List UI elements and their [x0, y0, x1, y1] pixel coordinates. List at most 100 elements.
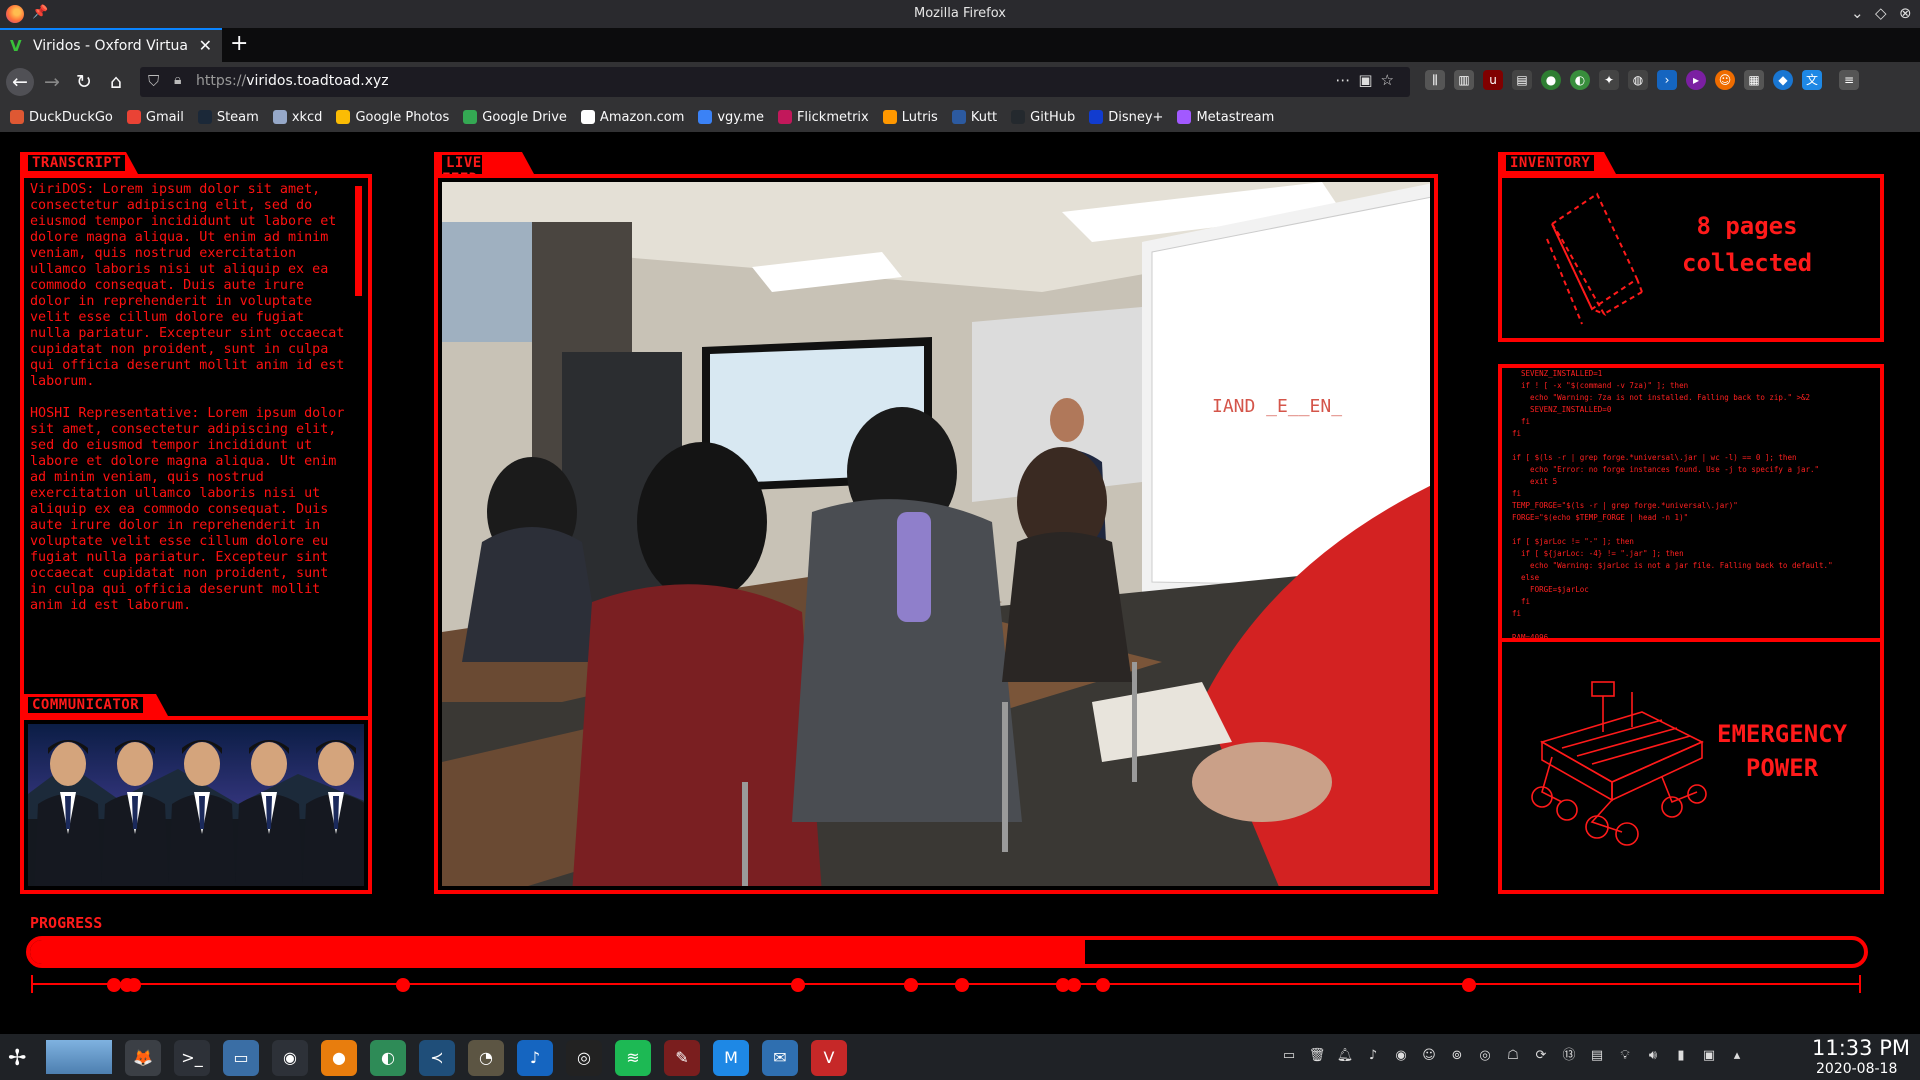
maximize-button[interactable]: ◇ [1875, 4, 1887, 22]
clock-time[interactable]: 11:33 PM [1812, 1036, 1910, 1060]
bookmark-label: Disney+ [1108, 109, 1164, 125]
battery-icon[interactable]: ▮ [1672, 1046, 1690, 1066]
bookmark-label: Gmail [145, 109, 184, 125]
back-button[interactable]: ← [6, 68, 34, 96]
bookmark-duckduckgo[interactable]: DuckDuckGo [10, 110, 113, 125]
updates-tray-icon[interactable]: ⑬ [1560, 1046, 1578, 1066]
steam-tray-icon[interactable]: ◉ [1392, 1046, 1410, 1066]
blender-icon[interactable]: ● [321, 1040, 357, 1076]
close-window-button[interactable]: ⊗ [1899, 4, 1912, 22]
bookmark-flickmetrix[interactable]: Flickmetrix [777, 110, 869, 125]
inventory-panel-title: INVENTORY [1498, 152, 1616, 174]
bookmark-gmail[interactable]: Gmail [126, 109, 184, 125]
extension-mask-icon[interactable]: ◍ [1628, 70, 1648, 90]
extension-grid-icon[interactable]: ▦ [1744, 70, 1764, 90]
mailspring-icon[interactable]: M [713, 1040, 749, 1076]
desktop-pager[interactable] [46, 1040, 112, 1074]
bookmark-lutris[interactable]: Lutris [882, 110, 938, 125]
minimize-button[interactable]: ⌄ [1851, 4, 1864, 22]
extension-puzzle-icon[interactable]: ✦ [1599, 70, 1619, 90]
url-bar[interactable]: ⛉ 🔒︎ https://viridos.toadtoad.xyz ⋯▣☆ [140, 67, 1410, 97]
vivaldi-icon[interactable]: V [811, 1040, 847, 1076]
bookmark-disney-[interactable]: Disney+ [1089, 110, 1163, 125]
extension-play-icon[interactable]: ▸ [1686, 70, 1706, 90]
obs-icon[interactable]: ◎ [566, 1040, 602, 1076]
page-actions[interactable]: ⋯▣☆ [1335, 71, 1402, 89]
vscode-icon[interactable]: ≺ [419, 1040, 455, 1076]
timeline-marker[interactable] [1096, 978, 1111, 992]
url-text[interactable]: https://viridos.toadtoad.xyz [196, 73, 389, 89]
show-desktop-icon[interactable]: ▭ [1280, 1046, 1298, 1066]
emergency-label: EMERGENCY [1717, 720, 1848, 748]
nuclear-icon[interactable]: ♪ [517, 1040, 553, 1076]
bookmark-google-photos[interactable]: Google Photos [336, 110, 449, 125]
bookmark-google-drive[interactable]: Google Drive [463, 110, 567, 125]
bookmark-kutt[interactable]: Kutt [951, 110, 997, 125]
extension-arrow-icon[interactable]: › [1657, 70, 1677, 90]
bookmark-vgy-me[interactable]: vgy.me [698, 110, 764, 125]
terminal-icon[interactable]: >_ [174, 1040, 210, 1076]
display-icon[interactable]: ▣ [1700, 1046, 1718, 1066]
inventory-status: 8 pages collected [1682, 208, 1812, 282]
vpn-tray-icon[interactable]: ⊚ [1448, 1046, 1466, 1066]
tracking-shield-icon[interactable]: ⛉ [148, 72, 159, 90]
gimp-icon[interactable]: ◔ [468, 1040, 504, 1076]
library-icon[interactable]: ⫼ [1425, 70, 1445, 90]
bulb-tray-icon[interactable]: 💡︎ [1616, 1046, 1634, 1066]
lock-icon[interactable]: 🔒︎ [174, 72, 181, 88]
file-manager-icon[interactable]: ▭ [223, 1040, 259, 1076]
extension-face-icon[interactable]: ☺ [1715, 70, 1735, 90]
extension-shield-icon[interactable]: ◆ [1773, 70, 1793, 90]
extension-green-icon[interactable]: ● [1541, 70, 1561, 90]
new-tab-button[interactable]: + [230, 31, 248, 56]
application-launcher-icon[interactable]: ✢ [8, 1046, 26, 1071]
bookmark-favicon-icon [698, 110, 713, 124]
bookmark-metastream[interactable]: Metastream [1177, 110, 1274, 125]
ghost-tray-icon[interactable]: ☖ [1504, 1046, 1522, 1066]
timeline-marker[interactable] [1066, 978, 1081, 992]
forward-button[interactable]: → [38, 68, 66, 96]
extension-translate-icon[interactable]: 文 [1802, 70, 1822, 90]
timeline-marker[interactable] [790, 978, 805, 992]
sync-tray-icon[interactable]: ⟳ [1532, 1046, 1550, 1066]
timeline-marker[interactable] [955, 978, 970, 992]
krita-icon[interactable]: ✎ [664, 1040, 700, 1076]
obs-tray-icon[interactable]: ◎ [1476, 1046, 1494, 1066]
notifications-icon[interactable]: 🔔︎ [1336, 1046, 1354, 1066]
firefox-icon[interactable]: 🦊 [125, 1040, 161, 1076]
bookmark-label: xkcd [291, 109, 323, 125]
home-button[interactable]: ⌂ [102, 68, 130, 96]
clock-date[interactable]: 2020-08-18 [1816, 1061, 1897, 1077]
spotify-icon[interactable]: ≋ [615, 1040, 651, 1076]
navigation-toolbar: ← → ↻ ⌂ ⛉ 🔒︎ https://viridos.toadtoad.xy… [0, 62, 1920, 102]
bookmark-amazon-com[interactable]: Amazon.com [580, 110, 684, 125]
thunderbird-icon[interactable]: ✉ [762, 1040, 798, 1076]
timeline-marker[interactable] [127, 978, 142, 992]
clipboard-tray-icon[interactable]: ▤ [1588, 1046, 1606, 1066]
davinci-icon[interactable]: ◉ [272, 1040, 308, 1076]
tray-expand-icon[interactable]: ▴ [1728, 1046, 1746, 1066]
tab-close-icon[interactable]: ✕ [199, 36, 212, 55]
media-icon[interactable]: ♪ [1364, 1046, 1382, 1066]
tab-viridos[interactable]: V Viridos - Oxford Virtua ✕ [0, 28, 222, 62]
bookmark-github[interactable]: GitHub [1011, 110, 1075, 125]
bookmark-steam[interactable]: Steam [197, 110, 259, 125]
ublock-icon[interactable]: u [1483, 70, 1503, 90]
menu-icon[interactable]: ≡ [1839, 70, 1859, 90]
extension-leaf-icon[interactable]: ◐ [1570, 70, 1590, 90]
trash-icon[interactable]: 🗑 [1308, 1046, 1326, 1066]
taskbar-apps: 🦊 >_ ▭ ◉ ● ◐ ≺ ◔ ♪ ◎ ≋ ✎ M ✉ V [125, 1040, 847, 1076]
volume-icon[interactable]: 🔊︎ [1644, 1046, 1662, 1066]
timeline-marker[interactable] [396, 978, 411, 992]
bookmark-favicon-icon [951, 110, 966, 124]
onlyoffice-icon[interactable]: ◐ [370, 1040, 406, 1076]
reload-button[interactable]: ↻ [70, 68, 98, 96]
discord-tray-icon[interactable]: ☺ [1420, 1046, 1438, 1066]
bookmark-xkcd[interactable]: xkcd [272, 109, 323, 125]
extension-icon[interactable]: ▤ [1512, 70, 1532, 90]
bookmarks-toolbar: DuckDuckGo Gmail Steam xkcd Google Photos Goo… [0, 102, 1920, 132]
sidebar-icon[interactable]: ▥ [1454, 70, 1474, 90]
timeline-marker[interactable] [1461, 978, 1476, 992]
timeline-marker[interactable] [904, 978, 919, 992]
transcript-scrollbar[interactable] [355, 186, 362, 296]
